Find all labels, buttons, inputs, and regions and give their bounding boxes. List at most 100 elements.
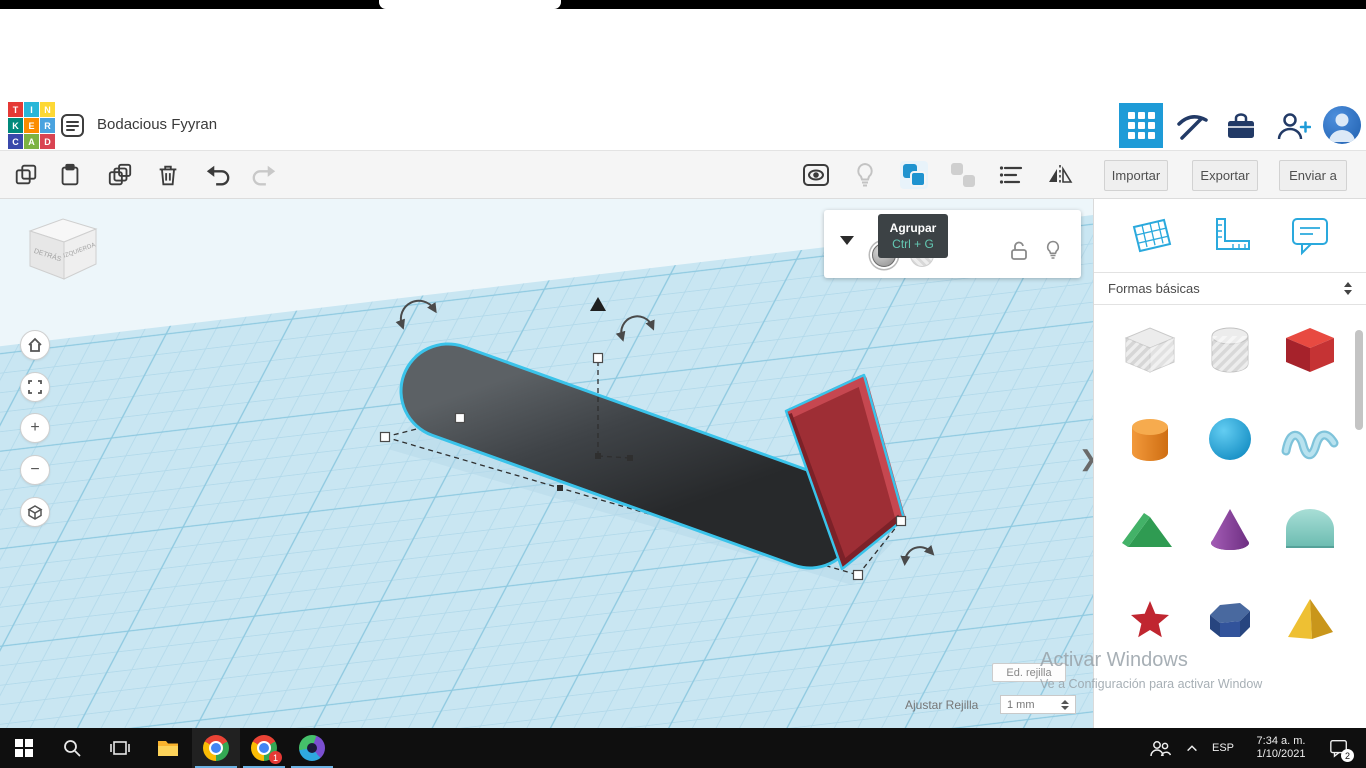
snap-spinner-icon[interactable]: [1061, 699, 1069, 710]
edit-toolbar: Importar Exportar Enviar a: [0, 151, 1366, 199]
logo-letter: R: [40, 118, 55, 133]
taskbar-clock[interactable]: 7:34 a. m. 1/10/2021: [1242, 728, 1320, 768]
shape-grid: [1094, 305, 1366, 663]
add-user-icon[interactable]: [1274, 109, 1312, 143]
start-button[interactable]: [0, 728, 48, 768]
shape-category-dropdown[interactable]: Formas básicas: [1094, 272, 1366, 305]
dashboard-grid-button[interactable]: [1119, 103, 1163, 148]
logo-letter: C: [8, 134, 23, 149]
app-header: T I N K E R C A D Bodacious Fyyran: [0, 100, 1366, 151]
midpoint-handle[interactable]: [627, 455, 633, 461]
ungroup-icon[interactable]: [949, 161, 977, 189]
logo-letter: A: [24, 134, 39, 149]
shape-pyramid[interactable]: [1274, 589, 1346, 649]
show-hidden-icons-chevron[interactable]: [1180, 728, 1204, 768]
perspective-toggle-button[interactable]: [20, 497, 50, 527]
group-tooltip: Agrupar Ctrl + G: [878, 214, 948, 258]
export-button[interactable]: Exportar: [1192, 160, 1258, 191]
mirror-icon[interactable]: [1046, 161, 1074, 189]
shapes-panel: Formas básicas: [1093, 199, 1366, 728]
browser-top-strip: [0, 0, 1366, 9]
shape-polygon[interactable]: [1194, 589, 1266, 649]
task-view-icon[interactable]: [96, 728, 144, 768]
fit-view-button[interactable]: [20, 372, 50, 402]
visibility-bulb-icon[interactable]: [1042, 239, 1064, 266]
redo-icon[interactable]: [250, 161, 278, 189]
tinkercad-app: T I N K E R C A D Bodacious Fyyran Impor…: [0, 0, 1366, 768]
delete-icon[interactable]: [154, 161, 182, 189]
lunchbox-icon[interactable]: [1222, 109, 1260, 143]
snap-grid-select[interactable]: 1 mm: [1000, 695, 1076, 714]
zoom-in-button[interactable]: +: [20, 413, 50, 443]
workspace: DETRÁS IZQUIERDA + − Agrupar Ctrl + G Ed…: [0, 199, 1366, 728]
user-avatar[interactable]: [1323, 106, 1361, 144]
import-button[interactable]: Importar: [1104, 160, 1168, 191]
scale-handle[interactable]: [454, 412, 466, 424]
scale-handle[interactable]: [592, 352, 604, 364]
search-icon[interactable]: [48, 728, 96, 768]
file-explorer-icon[interactable]: [144, 728, 192, 768]
duplicate-icon[interactable]: [106, 161, 134, 189]
chrome-profile-icon[interactable]: 1: [240, 728, 288, 768]
scale-handle[interactable]: [895, 515, 907, 527]
scale-handle[interactable]: [852, 569, 864, 581]
collapse-inspector-icon[interactable]: [840, 236, 854, 245]
shape-star[interactable]: [1114, 589, 1186, 649]
snap-grid-label: Ajustar Rejilla: [905, 698, 979, 712]
shape-round-roof[interactable]: [1274, 499, 1346, 559]
scene-svg[interactable]: [0, 199, 1093, 728]
panel-collapse-chevron[interactable]: ❯: [1079, 446, 1093, 472]
panel-scrollbar[interactable]: [1355, 330, 1363, 430]
ruler-tool-icon[interactable]: [1209, 213, 1253, 262]
paste-icon[interactable]: [56, 161, 84, 189]
logo-letter: E: [24, 118, 39, 133]
grid-icon: [1127, 112, 1155, 139]
tooltip-shortcut: Ctrl + G: [892, 237, 934, 251]
tinkercad-logo[interactable]: T I N K E R C A D: [8, 102, 55, 149]
shape-box[interactable]: [1274, 319, 1346, 379]
workplane-tool-icon[interactable]: [1128, 213, 1174, 262]
midpoint-handle[interactable]: [557, 485, 563, 491]
logo-letter: T: [8, 102, 23, 117]
action-center-icon[interactable]: 2: [1322, 728, 1356, 768]
shape-roof[interactable]: [1114, 499, 1186, 559]
home-view-button[interactable]: [20, 330, 50, 360]
tooltip-label: Agrupar: [889, 221, 937, 235]
people-icon[interactable]: [1144, 728, 1176, 768]
copy-icon[interactable]: [12, 161, 40, 189]
view-cube[interactable]: DETRÁS IZQUIERDA: [18, 211, 108, 290]
logo-letter: I: [24, 102, 39, 117]
shape-cone[interactable]: [1194, 499, 1266, 559]
notes-tool-icon[interactable]: [1288, 213, 1332, 262]
shape-category-label: Formas básicas: [1108, 281, 1200, 296]
send-to-button[interactable]: Enviar a: [1279, 160, 1347, 191]
action-center-badge: 2: [1341, 749, 1354, 762]
minecraft-pickaxe-icon[interactable]: [1172, 109, 1210, 143]
app-icon[interactable]: [288, 728, 336, 768]
canvas-3d[interactable]: DETRÁS IZQUIERDA + − Agrupar Ctrl + G Ed…: [0, 199, 1093, 728]
annotation-eye-icon[interactable]: [802, 161, 830, 189]
shape-scribble[interactable]: [1274, 409, 1346, 469]
design-title[interactable]: Bodacious Fyyran: [97, 116, 217, 133]
shape-cylinder[interactable]: [1114, 409, 1186, 469]
shape-sphere[interactable]: [1194, 409, 1266, 469]
edit-grid-button[interactable]: Ed. rejilla: [992, 663, 1066, 682]
lock-icon[interactable]: [1008, 240, 1030, 267]
shape-inspector: [824, 210, 1081, 278]
chrome-icon[interactable]: [192, 728, 240, 768]
shape-transparent-box[interactable]: [1114, 319, 1186, 379]
undo-icon[interactable]: [204, 161, 232, 189]
midpoint-handle[interactable]: [595, 453, 601, 459]
shape-transparent-cylinder[interactable]: [1194, 319, 1266, 379]
zoom-out-button[interactable]: −: [20, 455, 50, 485]
group-icon[interactable]: [900, 161, 928, 189]
language-indicator[interactable]: ESP: [1206, 728, 1240, 768]
snap-grid-value: 1 mm: [1007, 698, 1035, 711]
category-spinner-icon[interactable]: [1344, 282, 1352, 295]
design-menu-icon[interactable]: [60, 113, 85, 138]
logo-letter: K: [8, 118, 23, 133]
scale-handle[interactable]: [379, 431, 391, 443]
lightbulb-icon[interactable]: [851, 161, 879, 189]
browser-tab[interactable]: [379, 0, 561, 9]
align-icon[interactable]: [998, 161, 1026, 189]
